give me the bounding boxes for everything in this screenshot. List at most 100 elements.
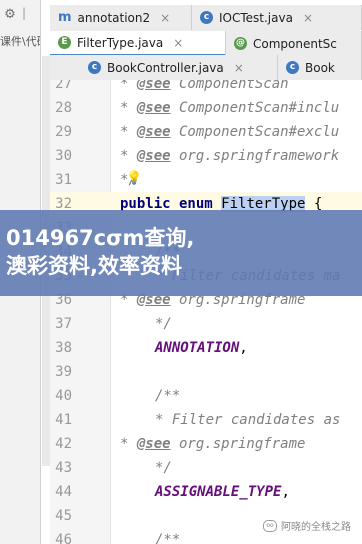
code-editor[interactable]: 27 * @see ComponentScan 28 * @see Compone… (50, 80, 362, 544)
close-icon[interactable]: × (303, 11, 313, 25)
code-text: * @see ComponentScan (120, 80, 289, 96)
close-icon[interactable]: × (173, 36, 183, 50)
banner-line-1: 014967cσm查询, (6, 226, 195, 250)
code-line[interactable]: 38 ANNOTATION, (50, 336, 362, 360)
line-number: 30 (55, 148, 72, 164)
tab-label: FilterType.java (77, 35, 164, 50)
javadoc-see-tag: @see (136, 124, 171, 140)
line-number: 42 (55, 436, 72, 452)
code-text: * Filter candidates as (155, 408, 340, 432)
line-number: 27 (55, 80, 72, 92)
c-class-icon: c (200, 11, 213, 24)
punctuation: , (281, 484, 290, 500)
line-number: 37 (55, 316, 72, 332)
code-text: /** (155, 528, 180, 544)
code-line[interactable]: 44 ASSIGNABLE_TYPE, (50, 480, 362, 504)
lightbulb-icon[interactable]: 💡 (126, 167, 142, 191)
watermark: oo 阿晓的全栈之路 (260, 517, 354, 534)
code-line[interactable]: 43 */ (50, 456, 362, 480)
comment-text: */ (155, 460, 172, 476)
panel-divider-icon: | (22, 6, 27, 20)
tab-label: annotation2 (77, 10, 151, 25)
tab-ioctest[interactable]: c IOCTest.java × (192, 5, 362, 30)
javadoc-see-tag: @see (136, 436, 171, 452)
comment-star: * (120, 100, 137, 116)
code-text: ANNOTATION, (155, 336, 248, 360)
code-text: /** (155, 384, 180, 408)
tab-bookcontroller[interactable]: c BookController.java × (50, 55, 278, 80)
javadoc-reference: ComponentScan#exclu (170, 124, 340, 140)
code-line[interactable]: 37 */ (50, 312, 362, 336)
wechat-logo-icon: oo (263, 519, 277, 532)
comment-star: * (120, 148, 137, 164)
javadoc-reference: ComponentScan (170, 80, 289, 92)
line-number: 28 (55, 100, 72, 116)
tab-label: ComponentSc (253, 36, 337, 51)
javadoc-see-tag: @see (136, 148, 171, 164)
line-number: 43 (55, 460, 72, 476)
code-line[interactable]: 40 /** (50, 384, 362, 408)
tab-label: BookController.java (107, 60, 224, 75)
code-line[interactable]: 30 * @see org.springframework (50, 144, 362, 168)
line-number: 40 (55, 388, 72, 404)
code-line[interactable]: 42 * @see org.springframe (50, 432, 362, 456)
line-number: 38 (55, 340, 72, 356)
m-file-icon: m (58, 10, 72, 25)
enum-constant: ASSIGNABLE_TYPE (155, 484, 282, 500)
code-text: * @see org.springframework (120, 144, 339, 168)
project-path-label: 课件\代码 (0, 35, 40, 48)
comment-text: /** (155, 388, 181, 404)
line-number: 31 (55, 172, 72, 188)
code-line[interactable]: 41 * Filter candidates as (50, 408, 362, 432)
tab-filtertype[interactable]: E FilterType.java × (50, 31, 226, 56)
line-number: 45 (55, 508, 72, 524)
tab-annotation2[interactable]: m annotation2 × (50, 5, 192, 30)
code-line[interactable]: 27 * @see ComponentScan (50, 80, 362, 96)
tab-label: Book (305, 60, 335, 75)
enum-constant: ANNOTATION (155, 340, 240, 356)
c-class-icon: c (88, 61, 101, 74)
line-number: 41 (55, 412, 72, 428)
code-line[interactable]: 28 * @see ComponentScan#inclu (50, 96, 362, 120)
code-text: */ (155, 312, 172, 336)
overlay-banner-text: 014967cσm查询, 澳彩资料,效率资料 (6, 224, 362, 280)
line-number: 46 (55, 532, 72, 544)
comment-star: * (120, 80, 137, 92)
banner-line-2: 澳彩资料,效率资料 (6, 254, 182, 278)
javadoc-reference: org.springframe (170, 436, 306, 452)
editor-tabs-row-3: c BookController.java × c Book (50, 55, 362, 82)
comment-text: */ (155, 316, 172, 332)
close-icon[interactable]: × (160, 11, 170, 25)
line-number: 39 (55, 364, 72, 380)
tab-label: IOCTest.java (219, 10, 293, 25)
comment-text: * Filter candidates as (155, 412, 341, 428)
javadoc-reference: org.springframework (170, 148, 340, 164)
comment-star: * (120, 124, 137, 140)
code-line[interactable]: 31 */💡 (50, 168, 362, 192)
code-text: * @see ComponentScan#inclu (120, 96, 339, 120)
punctuation: , (239, 340, 248, 356)
comment-star: * (120, 436, 137, 452)
code-text: ASSIGNABLE_TYPE, (155, 480, 290, 504)
watermark-text: 阿晓的全栈之路 (281, 522, 351, 533)
javadoc-see-tag: @see (136, 80, 171, 92)
gear-icon[interactable]: ⚙ (3, 8, 17, 22)
code-text: * @see org.springframe (120, 432, 305, 456)
editor-tabs-row-2: E FilterType.java × @ ComponentSc (50, 31, 362, 58)
code-text: */ (155, 456, 172, 480)
editor-tabs-row-1: m annotation2 × c IOCTest.java × (50, 5, 362, 32)
line-number: 44 (55, 484, 72, 500)
c-class-icon: c (286, 61, 299, 74)
line-number: 29 (55, 124, 72, 140)
close-icon[interactable]: × (234, 61, 244, 75)
e-enum-icon: E (58, 36, 71, 49)
code-line[interactable]: 39 (50, 360, 362, 384)
annotation-icon: @ (234, 37, 247, 50)
javadoc-see-tag: @see (136, 100, 171, 116)
code-line[interactable]: 29 * @see ComponentScan#exclu (50, 120, 362, 144)
tab-componentscan[interactable]: @ ComponentSc (226, 31, 362, 56)
tab-book[interactable]: c Book (278, 55, 362, 80)
code-text: * @see ComponentScan#exclu (120, 120, 339, 144)
javadoc-reference: ComponentScan#inclu (170, 100, 340, 116)
comment-text: /** (155, 532, 181, 544)
